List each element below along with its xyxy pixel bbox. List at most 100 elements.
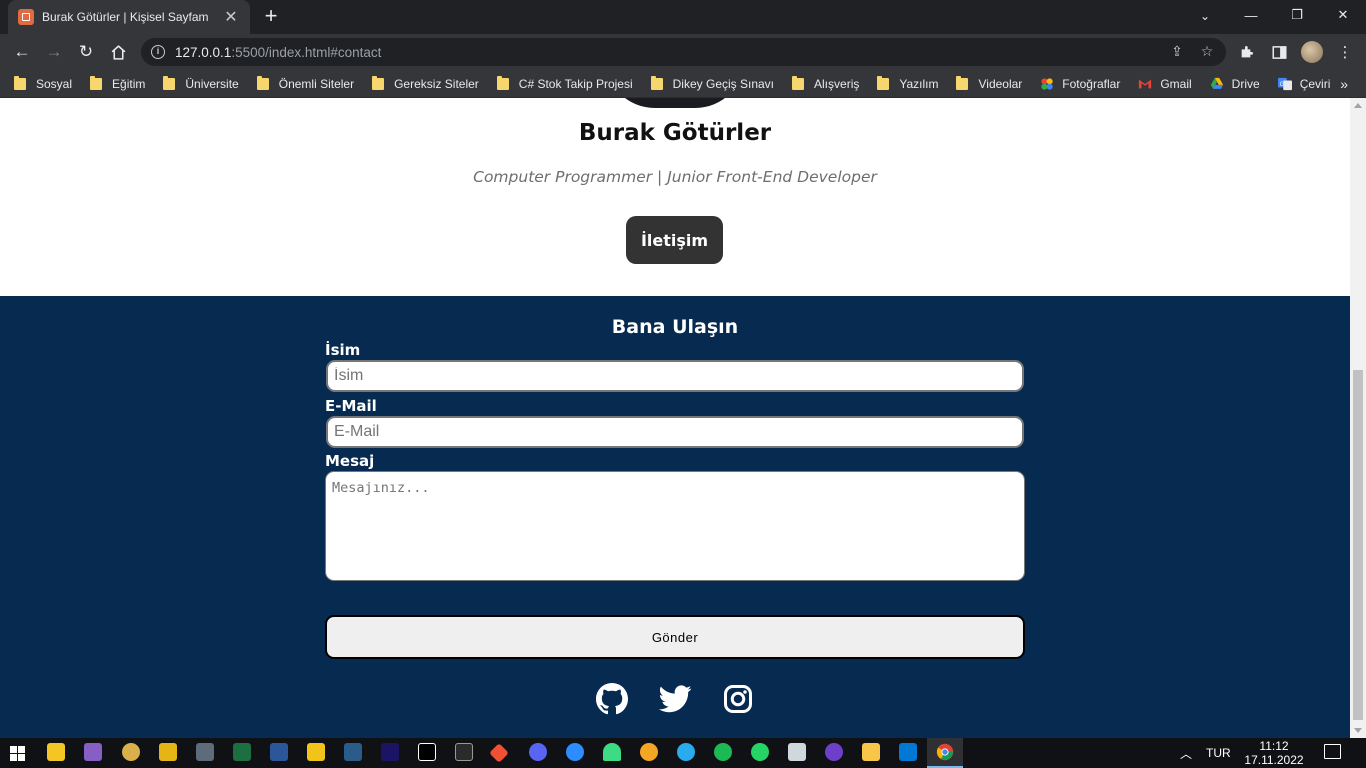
zoom-icon[interactable] — [566, 743, 584, 761]
app-orange-icon[interactable] — [640, 743, 658, 761]
tab-title: Burak Götürler | Kişisel Sayfam — [42, 10, 209, 24]
notepad-icon[interactable] — [788, 743, 806, 761]
tab-search-chevron-icon[interactable]: ⌄ — [1192, 4, 1218, 28]
intellij-icon[interactable] — [418, 743, 436, 761]
tray-overflow-chevron-icon[interactable]: ︿ — [1180, 738, 1192, 768]
folder-icon — [877, 75, 890, 90]
scroll-up-arrow-icon[interactable] — [1354, 103, 1362, 108]
submit-button[interactable]: Gönder — [325, 615, 1025, 659]
svg-text:G: G — [1279, 80, 1284, 87]
close-window-icon[interactable]: ✕ — [1320, 0, 1366, 30]
bookmark-star-icon[interactable]: ☆ — [1197, 43, 1217, 60]
github-icon[interactable] — [596, 682, 629, 715]
app-blue-icon[interactable] — [344, 743, 362, 761]
chrome-menu-icon[interactable]: ⋮ — [1333, 40, 1357, 64]
page-scrollbar[interactable] — [1350, 98, 1366, 738]
address-bar[interactable]: i 127.0.0.1:5500/index.html#contact ⇪ ☆ — [141, 38, 1226, 66]
name-input[interactable] — [326, 360, 1024, 392]
github-desktop-icon[interactable] — [825, 743, 843, 761]
file-explorer-icon[interactable] — [862, 743, 880, 761]
page-viewport: Burak Götürler Computer Programmer | Jun… — [0, 98, 1350, 738]
folder-icon — [90, 75, 103, 90]
bookmark-drive[interactable]: Drive — [1210, 77, 1260, 91]
clock-date: 17.11.2022 — [1244, 753, 1304, 767]
minimize-icon[interactable]: — — [1228, 0, 1274, 30]
google-drive-icon — [1210, 77, 1223, 89]
bookmark-egitim[interactable]: Eğitim — [90, 75, 145, 91]
extensions-puzzle-icon[interactable] — [1235, 40, 1259, 64]
terminal-icon[interactable] — [455, 743, 473, 761]
bookmark-gmail[interactable]: Gmail — [1138, 77, 1192, 91]
language-indicator[interactable]: TUR — [1206, 738, 1231, 768]
telegram-icon[interactable] — [677, 743, 695, 761]
clock-time: 11:12 — [1259, 739, 1289, 753]
folder-icon — [956, 75, 969, 90]
bookmarks-overflow-icon[interactable]: » — [1340, 76, 1348, 92]
bookmark-stok-takip[interactable]: C# Stok Takip Projesi — [496, 75, 633, 91]
bookmark-ceviri[interactable]: G Çeviri — [1277, 77, 1330, 91]
notification-center-icon[interactable] — [1324, 744, 1341, 759]
profile-photo — [605, 98, 745, 108]
bookmark-alisveris[interactable]: Alışveriş — [792, 75, 859, 91]
url-host: 127.0.0.1 — [175, 44, 232, 60]
forward-arrow-icon[interactable]: → — [41, 39, 67, 65]
browser-toolbar: ← → ↻ i 127.0.0.1:5500/index.html#contac… — [0, 34, 1366, 70]
message-textarea[interactable] — [325, 471, 1025, 581]
discord-icon[interactable] — [529, 743, 547, 761]
restore-icon[interactable]: ❐ — [1274, 0, 1320, 30]
google-photos-icon — [1041, 77, 1053, 90]
bookmark-videolar[interactable]: Videolar — [956, 75, 1022, 91]
app-grid-icon[interactable] — [159, 743, 177, 761]
bookmark-onemli-siteler[interactable]: Önemli Siteler — [256, 75, 354, 91]
bookmark-gereksiz-siteler[interactable]: Gereksiz Siteler — [372, 75, 479, 91]
site-favicon-icon — [18, 9, 34, 25]
system-clock[interactable]: 11:12 17.11.2022 — [1236, 739, 1312, 767]
spotify-icon[interactable] — [714, 743, 732, 761]
side-panel-icon[interactable] — [1267, 40, 1291, 64]
scroll-down-arrow-icon[interactable] — [1354, 728, 1362, 733]
contact-title: Bana Ulaşın — [611, 316, 739, 338]
back-arrow-icon[interactable]: ← — [9, 39, 35, 65]
scroll-thumb[interactable] — [1353, 370, 1363, 720]
contact-nav-button[interactable]: İletişim — [626, 216, 723, 264]
git-icon[interactable] — [489, 743, 509, 763]
folder-icon — [372, 75, 385, 90]
android-studio-icon[interactable] — [603, 743, 621, 761]
bookmark-universite[interactable]: Üniversite — [163, 75, 239, 91]
new-tab-plus-icon[interactable]: + — [259, 5, 283, 29]
social-links — [0, 682, 1350, 715]
bookmark-yazilim[interactable]: Yazılım — [877, 75, 938, 91]
app-yellow-icon[interactable] — [307, 743, 325, 761]
excel-icon[interactable] — [233, 743, 251, 761]
folder-icon — [792, 75, 805, 90]
google-translate-icon: G — [1277, 77, 1292, 90]
windows-start-icon[interactable] — [10, 746, 25, 761]
email-input[interactable] — [326, 416, 1024, 448]
bookmark-sosyal[interactable]: Sosyal — [14, 75, 72, 91]
contact-form: İsim E-Mail Mesaj Gönder — [325, 340, 1025, 659]
instagram-icon[interactable] — [722, 682, 755, 715]
virtualbox-icon[interactable] — [196, 743, 214, 761]
twitter-icon[interactable] — [658, 682, 692, 715]
windows-taskbar: ︿ TUR 11:12 17.11.2022 — [0, 738, 1366, 768]
app-cube-icon[interactable] — [122, 743, 140, 761]
visual-studio-icon[interactable] — [84, 743, 102, 761]
bookmark-fotograflar[interactable]: Fotoğraflar — [1040, 77, 1120, 91]
contact-section: Bana Ulaşın İsim E-Mail Mesaj Gönder — [0, 296, 1350, 738]
whatsapp-icon[interactable] — [751, 743, 769, 761]
vscode-icon[interactable] — [899, 743, 917, 761]
site-info-icon[interactable]: i — [151, 45, 165, 59]
folder-icon — [650, 75, 663, 90]
word-icon[interactable] — [270, 743, 288, 761]
home-icon[interactable] — [105, 39, 131, 65]
share-icon[interactable]: ⇪ — [1167, 43, 1187, 60]
chrome-taskbar-active[interactable] — [927, 738, 963, 768]
tab-close-icon[interactable]: ✕ — [222, 7, 240, 27]
url-path: :5500/index.html#contact — [231, 44, 382, 60]
browser-tab-active[interactable]: Burak Götürler | Kişisel Sayfam ✕ — [8, 0, 250, 34]
reload-icon[interactable]: ↻ — [73, 39, 99, 65]
bookmark-dikey-gecis[interactable]: Dikey Geçiş Sınavı — [650, 75, 774, 91]
profile-avatar[interactable] — [1301, 41, 1323, 63]
animate-icon[interactable] — [381, 743, 399, 761]
microsoft-store-icon[interactable] — [47, 743, 65, 761]
